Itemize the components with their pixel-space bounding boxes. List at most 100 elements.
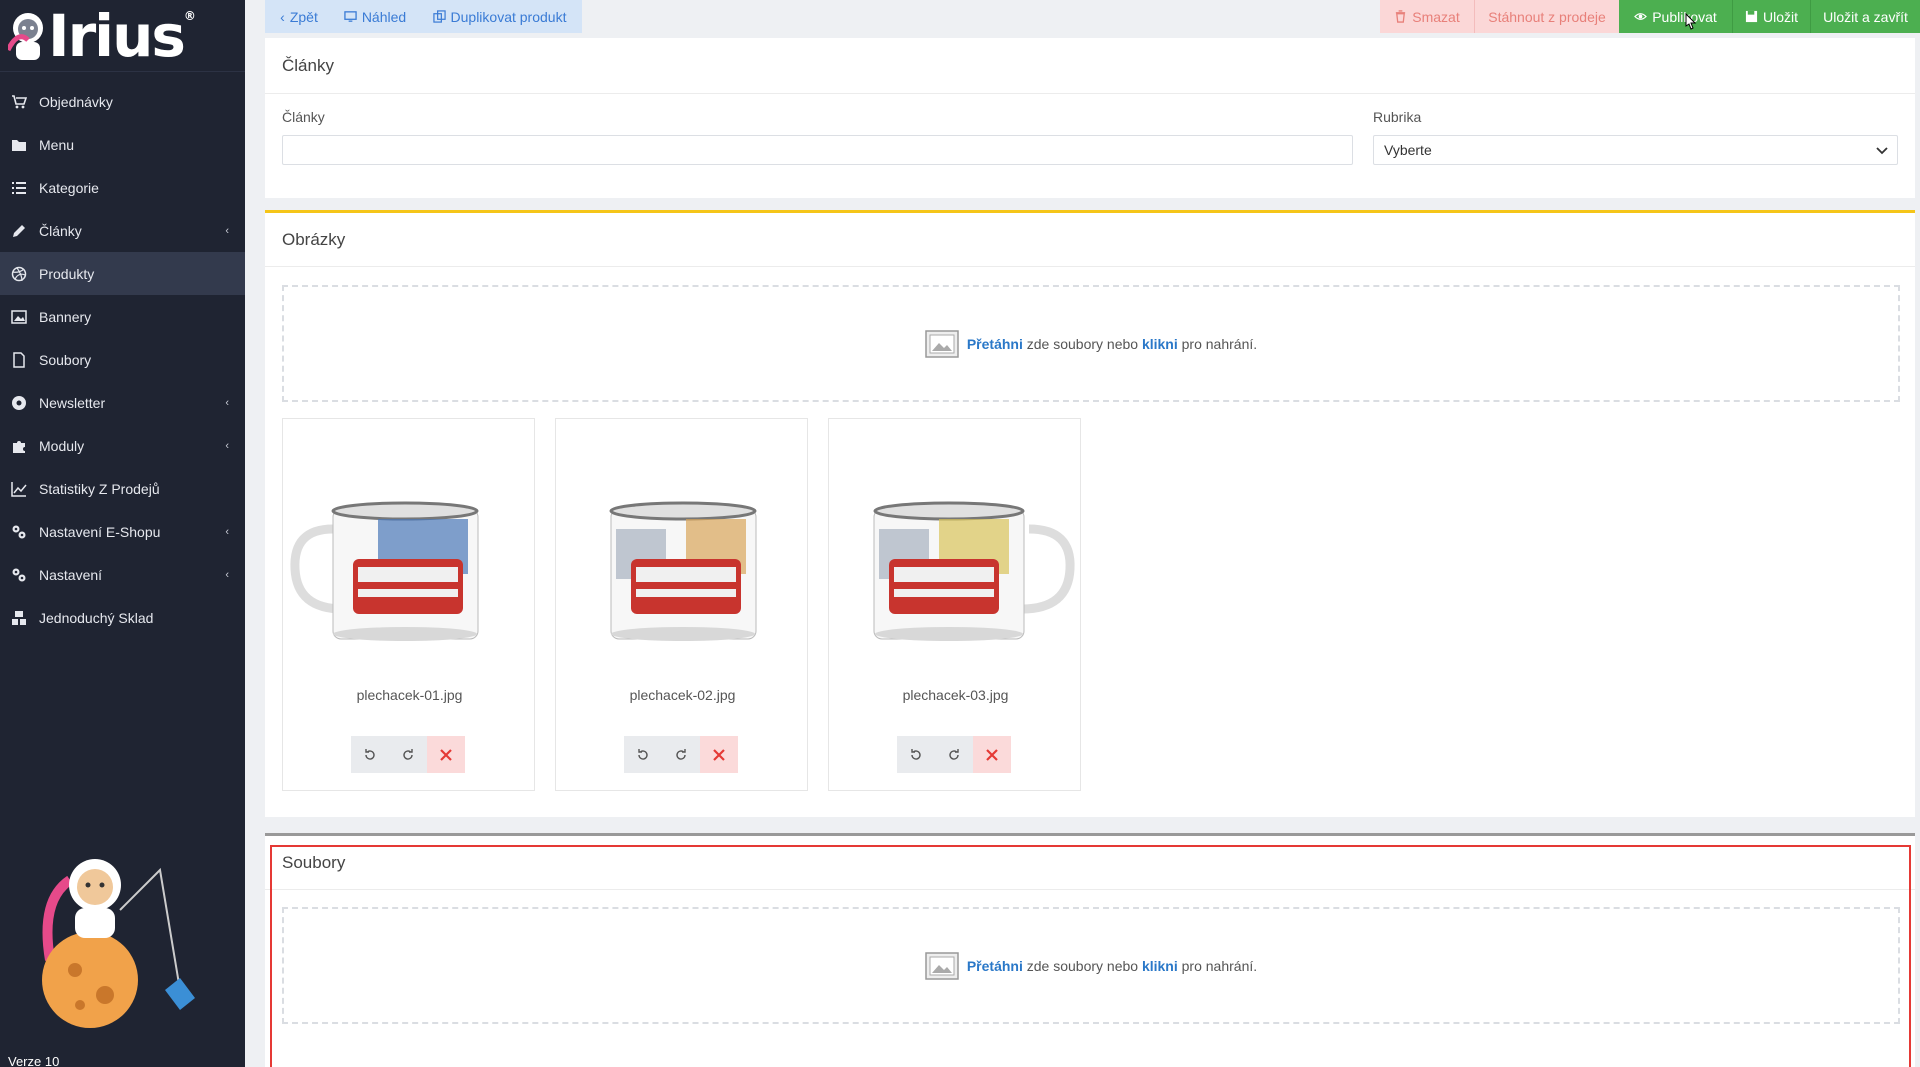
sidebar-item-orders[interactable]: Objednávky [0,80,245,123]
rubric-select-value: Vyberte [1384,142,1432,158]
rotate-left-button[interactable] [351,736,389,773]
sidebar-item-label: Jednoduchý Sklad [39,609,154,626]
image-icon [10,308,28,326]
rotate-right-button[interactable] [935,736,973,773]
withdraw-from-sale-button[interactable]: Stáhnout z prodeje [1474,0,1619,33]
logo-text: Irius [48,1,186,70]
sidebar-item-categories[interactable]: Kategorie [0,166,245,209]
eye-icon [1634,13,1648,20]
files-dropzone[interactable]: Přetáhni zde soubory nebo klikni pro nah… [282,907,1900,1024]
sidebar-item-label: Moduly [39,437,85,454]
mug-image [873,501,1075,641]
rotate-right-icon [403,748,413,760]
sidebar-item-banners[interactable]: Bannery [0,295,245,338]
image-thumbnail[interactable]: plechacek-02.jpg [555,418,808,791]
sidebar-item-label: Menu [39,136,75,153]
logo[interactable]: Irius ® [0,0,245,72]
image-filename: plechacek-03.jpg [902,687,1009,703]
back-button[interactable]: ‹ Zpět [265,0,333,33]
rotate-left-button[interactable] [624,736,662,773]
rotate-right-icon [676,748,686,760]
delete-image-button[interactable] [427,736,465,773]
version-label: Verze 10 [8,1054,60,1067]
sidebar-item-eshop-settings[interactable]: Nastavení E-Shopu ‹ [0,510,245,553]
list-icon [10,179,28,197]
sidebar-item-label: Nastavení [39,566,103,583]
dropzone-text: Přetáhni zde soubory nebo klikni pro nah… [966,335,1258,352]
sidebar-item-label: Produkty [39,265,95,282]
sidebar-item-label: Články [39,222,82,239]
sidebar-item-products[interactable]: Produkty [0,252,245,295]
file-icon [10,351,28,369]
rotate-left-icon [638,748,648,760]
chevron-left-icon: ‹ [225,224,229,237]
sidebar-item-menu[interactable]: Menu [0,123,245,166]
delete-image-button[interactable] [700,736,738,773]
duplicate-product-button[interactable]: Duplikovat produkt [417,0,582,33]
chevron-down-icon [1876,147,1888,155]
folder-icon [10,136,28,154]
image-upload-icon [925,329,959,358]
image-thumbnail[interactable]: plechacek-03.jpg [828,418,1081,791]
images-dropzone[interactable]: Přetáhni zde soubory nebo klikni pro nah… [282,285,1900,402]
image-actions [897,736,1011,773]
preview-button[interactable]: Náhled [333,0,417,33]
rotate-left-button[interactable] [897,736,935,773]
delete-button[interactable]: Smazat [1380,0,1474,33]
image-actions [624,736,738,773]
articles-input[interactable] [282,135,1353,165]
registered-mark: ® [183,9,196,23]
floppy-icon [1745,10,1758,23]
sidebar-item-label: Objednávky [39,93,113,110]
image-filename: plechacek-01.jpg [356,687,463,703]
chevron-left-icon: ‹ [225,396,229,409]
boxes-icon [10,609,28,627]
copy-icon [432,10,446,23]
sidebar-item-newsletter[interactable]: Newsletter ‹ [0,381,245,424]
sidebar-item-settings[interactable]: Nastavení ‹ [0,553,245,596]
chevron-left-icon: ‹ [225,568,229,581]
dribbble-icon [10,265,28,283]
trash-icon [1396,10,1406,23]
close-icon [986,748,998,761]
sidebar-item-warehouse[interactable]: Jednoduchý Sklad [0,596,245,639]
rotate-right-button[interactable] [389,736,427,773]
rubric-select[interactable]: Vyberte [1373,135,1898,165]
articles-card: Články Články Rubrika Vyberte [265,38,1915,198]
save-button[interactable]: Uložit [1732,0,1810,33]
image-upload-icon [925,951,959,980]
images-card-title: Obrázky [265,213,1915,267]
close-icon [440,748,452,761]
sidebar-item-modules[interactable]: Moduly ‹ [0,424,245,467]
sidebar-item-articles[interactable]: Články ‹ [0,209,245,252]
at-icon [10,394,28,412]
sidebar-item-label: Newsletter [39,394,106,411]
gears-icon [10,523,28,541]
rotate-right-button[interactable] [662,736,700,773]
mug-image [609,501,757,641]
save-and-close-button[interactable]: Uložit a zavřít [1810,0,1920,33]
toolbar: ‹ Zpět Náhled Duplikovat produkt Smazat … [265,0,1920,34]
line-chart-icon [10,480,28,498]
sidebar-item-label: Statistiky Z Prodejů [39,480,160,497]
sidebar-item-files[interactable]: Soubory [0,338,245,381]
main-content: ‹ Zpět Náhled Duplikovat produkt Smazat … [265,0,1920,1067]
dropzone-text: Přetáhni zde soubory nebo klikni pro nah… [966,957,1258,974]
chevron-left-icon: ‹ [280,8,285,25]
puzzle-icon [10,437,28,455]
close-icon [713,748,725,761]
publish-button[interactable]: Publikovat [1619,0,1732,33]
delete-image-button[interactable] [973,736,1011,773]
articles-card-title: Články [265,38,1915,94]
cart-icon [10,93,28,111]
image-thumbnail[interactable]: plechacek-01.jpg [282,418,535,791]
rubric-field-label: Rubrika [1373,109,1422,125]
mug-image [290,501,479,641]
mascot-illustration [42,859,195,1028]
image-filename: plechacek-02.jpg [629,687,736,703]
sidebar-item-statistics[interactable]: Statistiky Z Prodejů [0,467,245,510]
astronaut-logo-icon [8,12,43,60]
sidebar-item-label: Soubory [39,351,92,368]
sidebar-item-label: Bannery [39,308,92,325]
rotate-right-icon [949,748,959,760]
